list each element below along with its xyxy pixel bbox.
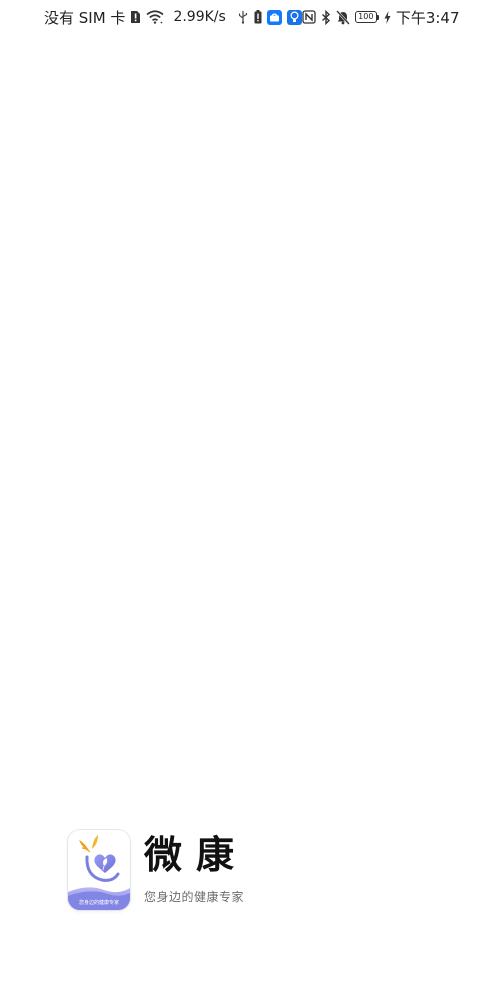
- status-bar-right: 100 下午3:47: [302, 7, 460, 28]
- sim-alert-icon: [130, 10, 141, 24]
- battery-icon: 100: [354, 11, 379, 23]
- clock: 下午3:47: [395, 8, 460, 27]
- lightbulb-app-icon: [286, 9, 302, 25]
- status-bar: 没有 SIM 卡 2.99K/s 100 下午3:47: [0, 0, 500, 34]
- heart-leaf-logo-icon: [68, 835, 130, 910]
- app-name: 微康: [144, 832, 249, 877]
- bluetooth-icon: [321, 9, 331, 25]
- battery-level: 100: [354, 11, 377, 23]
- app-logo: 您身边的健康专家: [68, 830, 130, 910]
- app-slogan: 您身边的健康专家: [144, 890, 245, 904]
- status-bar-left: 没有 SIM 卡 2.99K/s: [44, 7, 302, 28]
- splash-screen: 没有 SIM 卡 2.99K/s 100 下午3:47 您身边的健康专家 微康 …: [0, 0, 500, 1000]
- brand-block: 您身边的健康专家 微康 您身边的健康专家: [68, 830, 248, 910]
- brand-text: 微康 您身边的健康专家: [144, 830, 248, 905]
- mute-bell-icon: [335, 9, 350, 25]
- blue-app-icon: [266, 9, 282, 25]
- nfc-icon: [302, 10, 316, 24]
- charging-icon: [384, 10, 391, 24]
- carrier-label: 没有 SIM 卡: [44, 8, 126, 27]
- usb-icon: [237, 10, 249, 24]
- logo-caption: 您身边的健康专家: [78, 900, 119, 906]
- network-speed: 2.99K/s: [173, 9, 226, 25]
- wifi-icon: [146, 10, 164, 24]
- battery-alert-icon: [254, 10, 262, 24]
